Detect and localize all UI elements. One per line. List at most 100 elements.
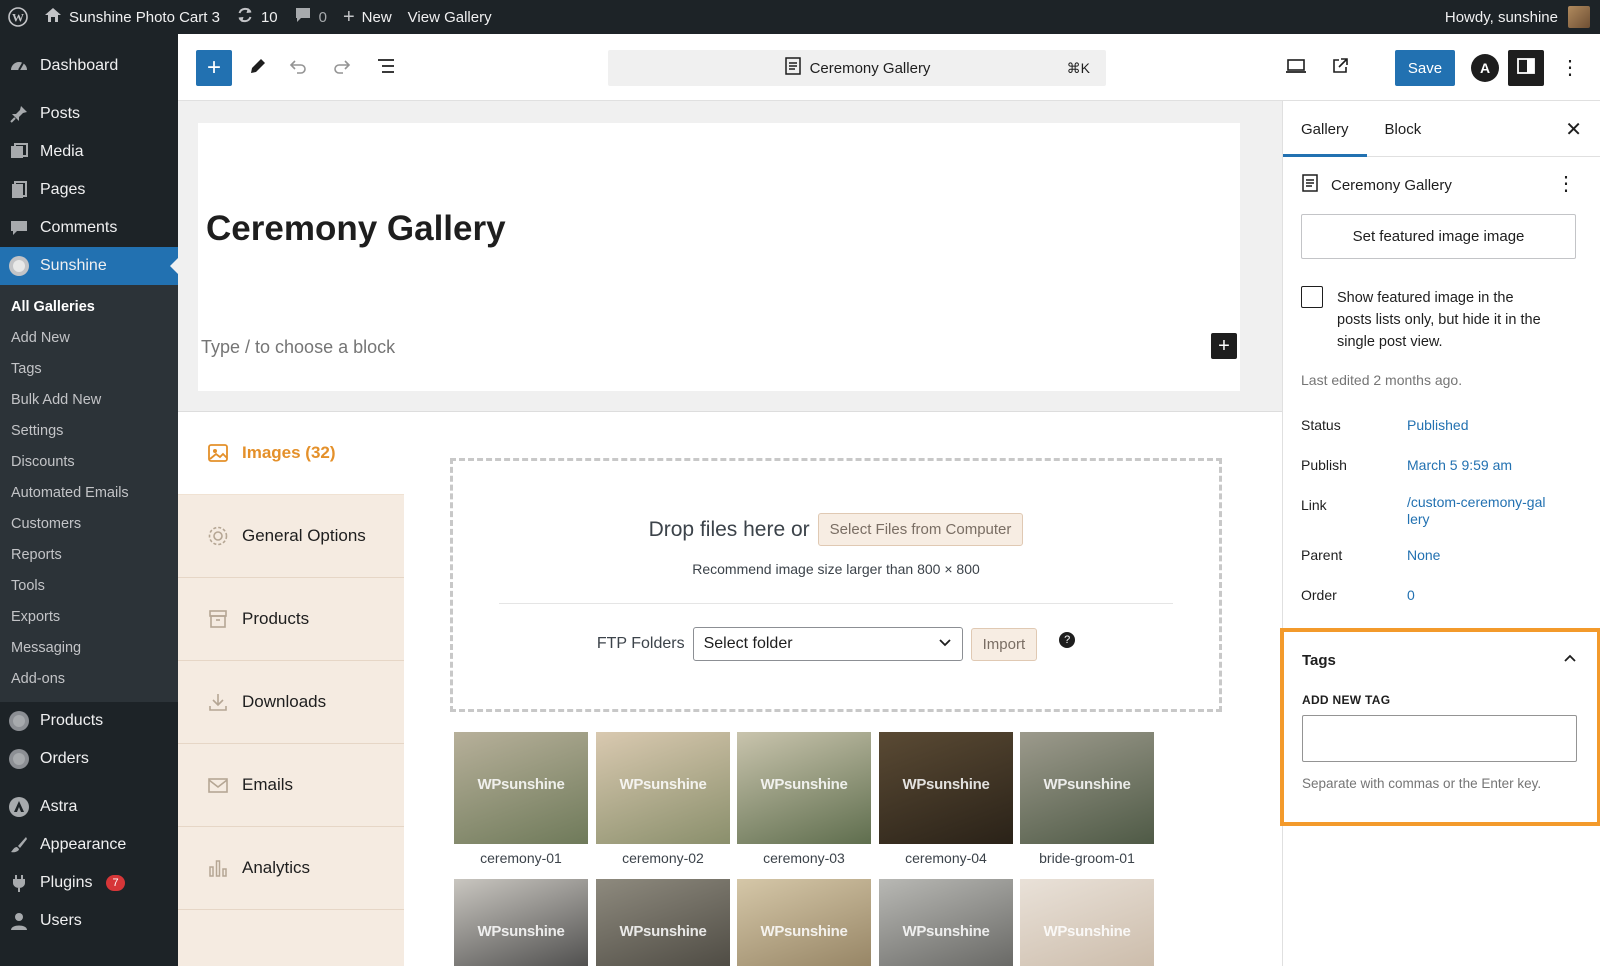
updates-link[interactable]: 10 [228, 0, 286, 34]
new-content-link[interactable]: + New [335, 0, 400, 34]
parent-row: Parent None [1301, 547, 1581, 564]
gallery-thumbnail[interactable]: WPsunshine [596, 879, 730, 966]
gallery-thumbnail[interactable]: WPsunshine ceremony-01 [454, 732, 588, 866]
menu-media[interactable]: Media [0, 133, 178, 171]
block-placeholder[interactable]: Type / to choose a block [201, 337, 395, 358]
help-icon[interactable]: ? [1059, 632, 1076, 648]
file-drop-zone[interactable]: Drop files here or Select Files from Com… [450, 458, 1222, 712]
sunshine-gallery-metabox: Images (32) General Options Products Dow… [178, 411, 1282, 966]
submenu-settings[interactable]: Settings [0, 415, 178, 446]
watermark-logo: WPsunshine [902, 923, 990, 940]
shortcut-hint: ⌘K [1066, 59, 1090, 76]
site-name-link[interactable]: Sunshine Photo Cart 3 [36, 0, 228, 34]
submenu-add-ons[interactable]: Add-ons [0, 663, 178, 694]
tab-products[interactable]: Products [178, 578, 404, 661]
set-featured-image-button[interactable]: Set featured image image [1301, 214, 1576, 259]
permalink-value[interactable]: /custom-ceremony-gallery [1407, 494, 1547, 528]
submenu-bulk-add-new[interactable]: Bulk Add New [0, 384, 178, 415]
menu-sunshine[interactable]: Sunshine [0, 247, 178, 285]
submenu-tools[interactable]: Tools [0, 570, 178, 601]
submenu-tags[interactable]: Tags [0, 353, 178, 384]
tab-images[interactable]: Images (32) [178, 412, 404, 495]
chevron-down-icon [938, 635, 952, 653]
tab-block[interactable]: Block [1367, 101, 1440, 157]
sunshine-icon [8, 255, 30, 277]
tags-panel-title[interactable]: Tags [1302, 652, 1336, 669]
menu-astra[interactable]: Astra [0, 788, 178, 826]
submenu-reports[interactable]: Reports [0, 539, 178, 570]
menu-orders[interactable]: Orders [0, 740, 178, 778]
submenu-add-new[interactable]: Add New [0, 322, 178, 353]
menu-posts[interactable]: Posts [0, 95, 178, 133]
editor-toolbar: + Ceremony Gallery ⌘K Save A ⋮ [178, 34, 1600, 101]
submenu-exports[interactable]: Exports [0, 601, 178, 632]
submenu-automated-emails[interactable]: Automated Emails [0, 477, 178, 508]
block-inserter-button[interactable]: + [196, 50, 232, 86]
gallery-thumbnail[interactable]: WPsunshine ceremony-02 [596, 732, 730, 866]
external-link-icon [1330, 56, 1350, 81]
select-files-button[interactable]: Select Files from Computer [817, 513, 1024, 546]
comments-link[interactable]: 0 [286, 0, 335, 34]
parent-value[interactable]: None [1407, 547, 1567, 564]
tab-emails[interactable]: Emails [178, 744, 404, 827]
gallery-thumbnail[interactable]: WPsunshine [454, 879, 588, 966]
settings-sidebar-toggle[interactable] [1508, 50, 1544, 86]
submenu-customers[interactable]: Customers [0, 508, 178, 539]
add-tag-input[interactable] [1302, 715, 1577, 762]
tab-downloads[interactable]: Downloads [178, 661, 404, 744]
tab-gallery[interactable]: Gallery [1283, 101, 1367, 157]
view-gallery-link[interactable]: View Gallery [400, 0, 500, 34]
tab-general-options[interactable]: General Options [178, 495, 404, 578]
astra-settings-button[interactable]: A [1467, 50, 1503, 86]
folder-select[interactable]: Select folder [692, 627, 963, 661]
save-button[interactable]: Save [1395, 50, 1455, 86]
preview-button[interactable] [1278, 50, 1314, 86]
order-value[interactable]: 0 [1407, 587, 1567, 604]
menu-plugins[interactable]: Plugins 7 [0, 864, 178, 902]
undo-button[interactable] [280, 50, 316, 86]
inline-inserter-button[interactable]: + [1211, 333, 1237, 359]
publish-date-value[interactable]: March 5 9:59 am [1407, 457, 1567, 474]
options-menu-button[interactable]: ⋮ [1552, 50, 1588, 86]
submenu-all-galleries[interactable]: All Galleries [0, 291, 178, 322]
document-overview-button[interactable] [368, 50, 404, 86]
gallery-thumbnail[interactable]: WPsunshine ceremony-04 [879, 732, 1013, 866]
thumbnail-caption: bride-groom-01 [1039, 850, 1135, 866]
tab-analytics[interactable]: Analytics [178, 827, 404, 910]
post-title[interactable]: Ceremony Gallery [206, 209, 506, 249]
menu-products[interactable]: Products [0, 702, 178, 740]
my-account-link[interactable]: Howdy, sunshine [1437, 0, 1600, 34]
view-post-button[interactable] [1322, 50, 1358, 86]
submenu-messaging[interactable]: Messaging [0, 632, 178, 663]
command-palette-button[interactable]: Ceremony Gallery ⌘K [608, 50, 1106, 86]
chevron-up-icon[interactable] [1563, 650, 1577, 668]
submenu-discounts[interactable]: Discounts [0, 446, 178, 477]
featured-image-checkbox[interactable] [1301, 286, 1323, 308]
gallery-thumbnail[interactable]: WPsunshine ceremony-03 [737, 732, 871, 866]
thumbnail-image: WPsunshine [454, 879, 588, 966]
gallery-thumbnail[interactable]: WPsunshine [879, 879, 1013, 966]
menu-appearance[interactable]: Appearance [0, 826, 178, 864]
edit-tools-button[interactable] [240, 50, 276, 86]
import-button[interactable]: Import [970, 627, 1038, 661]
tab-label: Images (32) [242, 443, 336, 462]
menu-users[interactable]: Users [0, 902, 178, 940]
watermark-logo: WPsunshine [619, 776, 707, 793]
more-vertical-icon[interactable]: ⋮ [1556, 171, 1576, 196]
menu-pages[interactable]: Pages [0, 171, 178, 209]
status-value[interactable]: Published [1407, 417, 1567, 434]
row-key: Parent [1301, 547, 1343, 563]
wordpress-logo-icon[interactable]: W [0, 0, 36, 34]
laptop-icon [1284, 56, 1308, 81]
menu-dashboard[interactable]: Dashboard [0, 47, 178, 85]
gallery-thumbnail[interactable]: WPsunshine [1020, 879, 1154, 966]
gallery-thumbnail[interactable]: WPsunshine [737, 879, 871, 966]
document-summary: Ceremony Gallery [1301, 173, 1452, 197]
menu-label: Sunshine [40, 257, 107, 274]
gallery-thumbnail[interactable]: WPsunshine bride-groom-01 [1020, 732, 1154, 866]
watermark-logo: WPsunshine [902, 776, 990, 793]
redo-button[interactable] [324, 50, 360, 86]
menu-comments[interactable]: Comments [0, 209, 178, 247]
gallery-tabs: Images (32) General Options Products Dow… [178, 412, 404, 966]
close-icon[interactable]: ✕ [1565, 117, 1582, 142]
